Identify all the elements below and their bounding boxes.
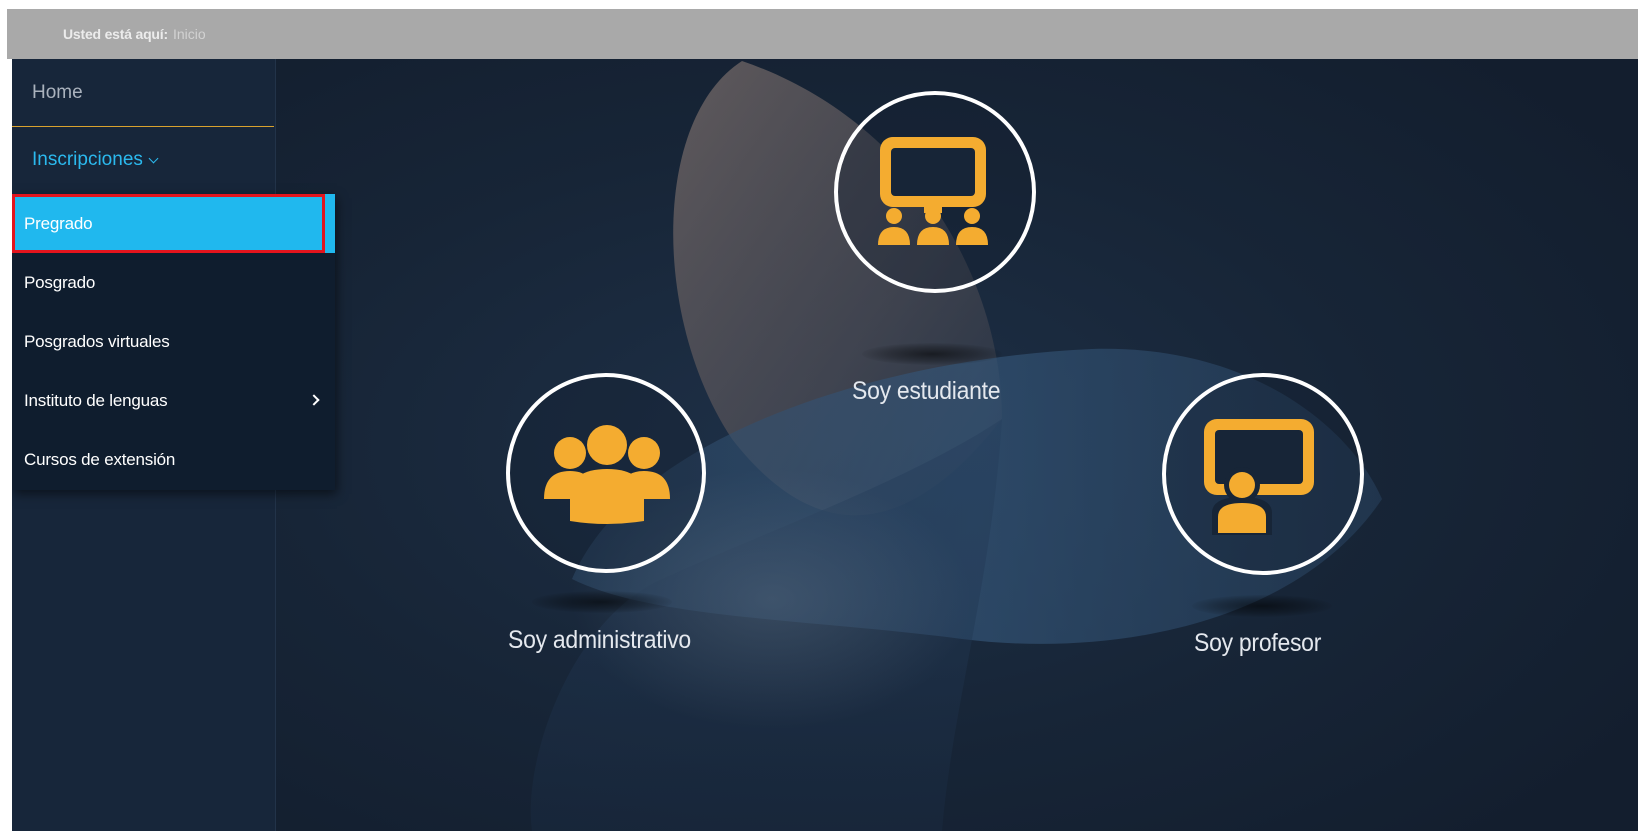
role-shadow bbox=[532, 591, 672, 613]
breadcrumb: Usted está aquí: Inicio bbox=[7, 9, 1638, 59]
role-shadow bbox=[1192, 595, 1332, 617]
inscripciones-submenu: Pregrado Posgrado Posgrados virtuales In… bbox=[12, 194, 335, 490]
submenu-item-label: Instituto de lenguas bbox=[24, 390, 168, 410]
submenu-item-cursos-de-extension[interactable]: Cursos de extensión bbox=[12, 430, 335, 489]
page-frame: Usted está aquí: Inicio Home Inscripcion… bbox=[7, 9, 1638, 831]
chevron-down-icon bbox=[148, 153, 159, 163]
role-estudiante[interactable]: Soy estudiante bbox=[834, 91, 1074, 405]
submenu-item-posgrado[interactable]: Posgrado bbox=[12, 253, 335, 312]
classroom-icon bbox=[870, 129, 1000, 249]
submenu-item-instituto-de-lenguas[interactable]: Instituto de lenguas bbox=[12, 371, 335, 430]
submenu-item-label: Posgrado bbox=[24, 272, 96, 292]
submenu-item-posgrados-virtuales[interactable]: Posgrados virtuales bbox=[12, 312, 335, 371]
chevron-right-icon bbox=[308, 394, 320, 406]
nav-inscripciones[interactable]: Inscripciones bbox=[12, 127, 274, 193]
breadcrumb-current[interactable]: Inicio bbox=[173, 26, 206, 42]
nav-home[interactable]: Home bbox=[12, 59, 274, 127]
teacher-board-icon bbox=[1198, 417, 1328, 537]
role-administrativo[interactable]: Soy administrativo bbox=[506, 373, 766, 673]
role-shadow bbox=[862, 343, 1002, 365]
role-label: Soy profesor bbox=[1194, 629, 1322, 657]
submenu-item-label: Cursos de extensión bbox=[24, 449, 176, 469]
nav-home-label: Home bbox=[32, 81, 83, 103]
role-label: Soy estudiante bbox=[852, 377, 1001, 405]
submenu-item-label: Posgrados virtuales bbox=[24, 331, 170, 351]
role-profesor[interactable]: Soy profesor bbox=[1162, 373, 1402, 673]
main-area: Home Inscripciones Pregrado Posgrado Pos… bbox=[12, 59, 1638, 831]
submenu-item-pregrado[interactable]: Pregrado bbox=[12, 194, 335, 253]
breadcrumb-prefix: Usted está aquí: bbox=[63, 26, 168, 42]
role-label: Soy administrativo bbox=[508, 626, 691, 654]
submenu-item-label: Pregrado bbox=[24, 213, 93, 233]
nav-inscripciones-label: Inscripciones bbox=[32, 149, 143, 170]
group-icon bbox=[540, 425, 674, 525]
